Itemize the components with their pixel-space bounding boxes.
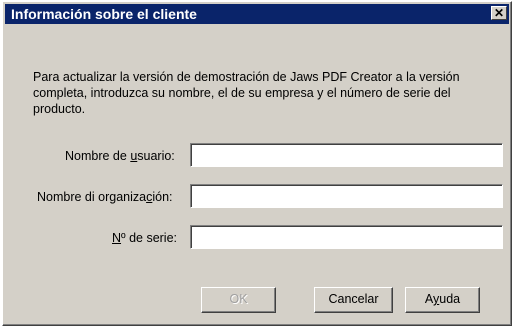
serial-input[interactable] [190,225,503,249]
title-bar[interactable]: Información sobre el cliente ✕ [5,4,509,24]
serial-label: Nº de serie: [112,230,177,246]
description-line-1: Para actualizar la versión de demostraci… [33,70,460,84]
help-button[interactable]: Ayuda [405,287,480,313]
serial-label-accel: N [112,231,122,245]
description-line-2: completa, introduzca su nombre, el de su… [33,86,451,100]
organization-input[interactable] [190,184,503,208]
ok-button[interactable]: OK [201,287,276,313]
organization-label-pre: Nombre di organiza [37,190,147,204]
serial-label-post: º de serie: [121,231,178,245]
description-text: Para actualizar la versión de demostraci… [33,69,503,117]
username-label-pre: Nombre de [65,149,131,163]
username-label: Nombre de usuario: [65,148,175,164]
organization-label: Nombre di organización: [37,189,173,205]
customer-info-dialog: Información sobre el cliente ✕ Para actu… [2,1,512,326]
cancel-button[interactable]: Cancelar [314,287,393,313]
organization-label-post: ión: [152,190,173,204]
close-icon: ✕ [493,6,505,20]
help-label-post: uda [439,292,461,306]
close-button[interactable]: ✕ [491,6,507,20]
username-label-post: suario: [137,149,175,163]
help-label-pre: A [424,292,433,306]
dialog-title: Información sobre el cliente [11,6,197,22]
description-line-3: producto. [33,102,86,116]
username-input[interactable] [190,143,503,167]
